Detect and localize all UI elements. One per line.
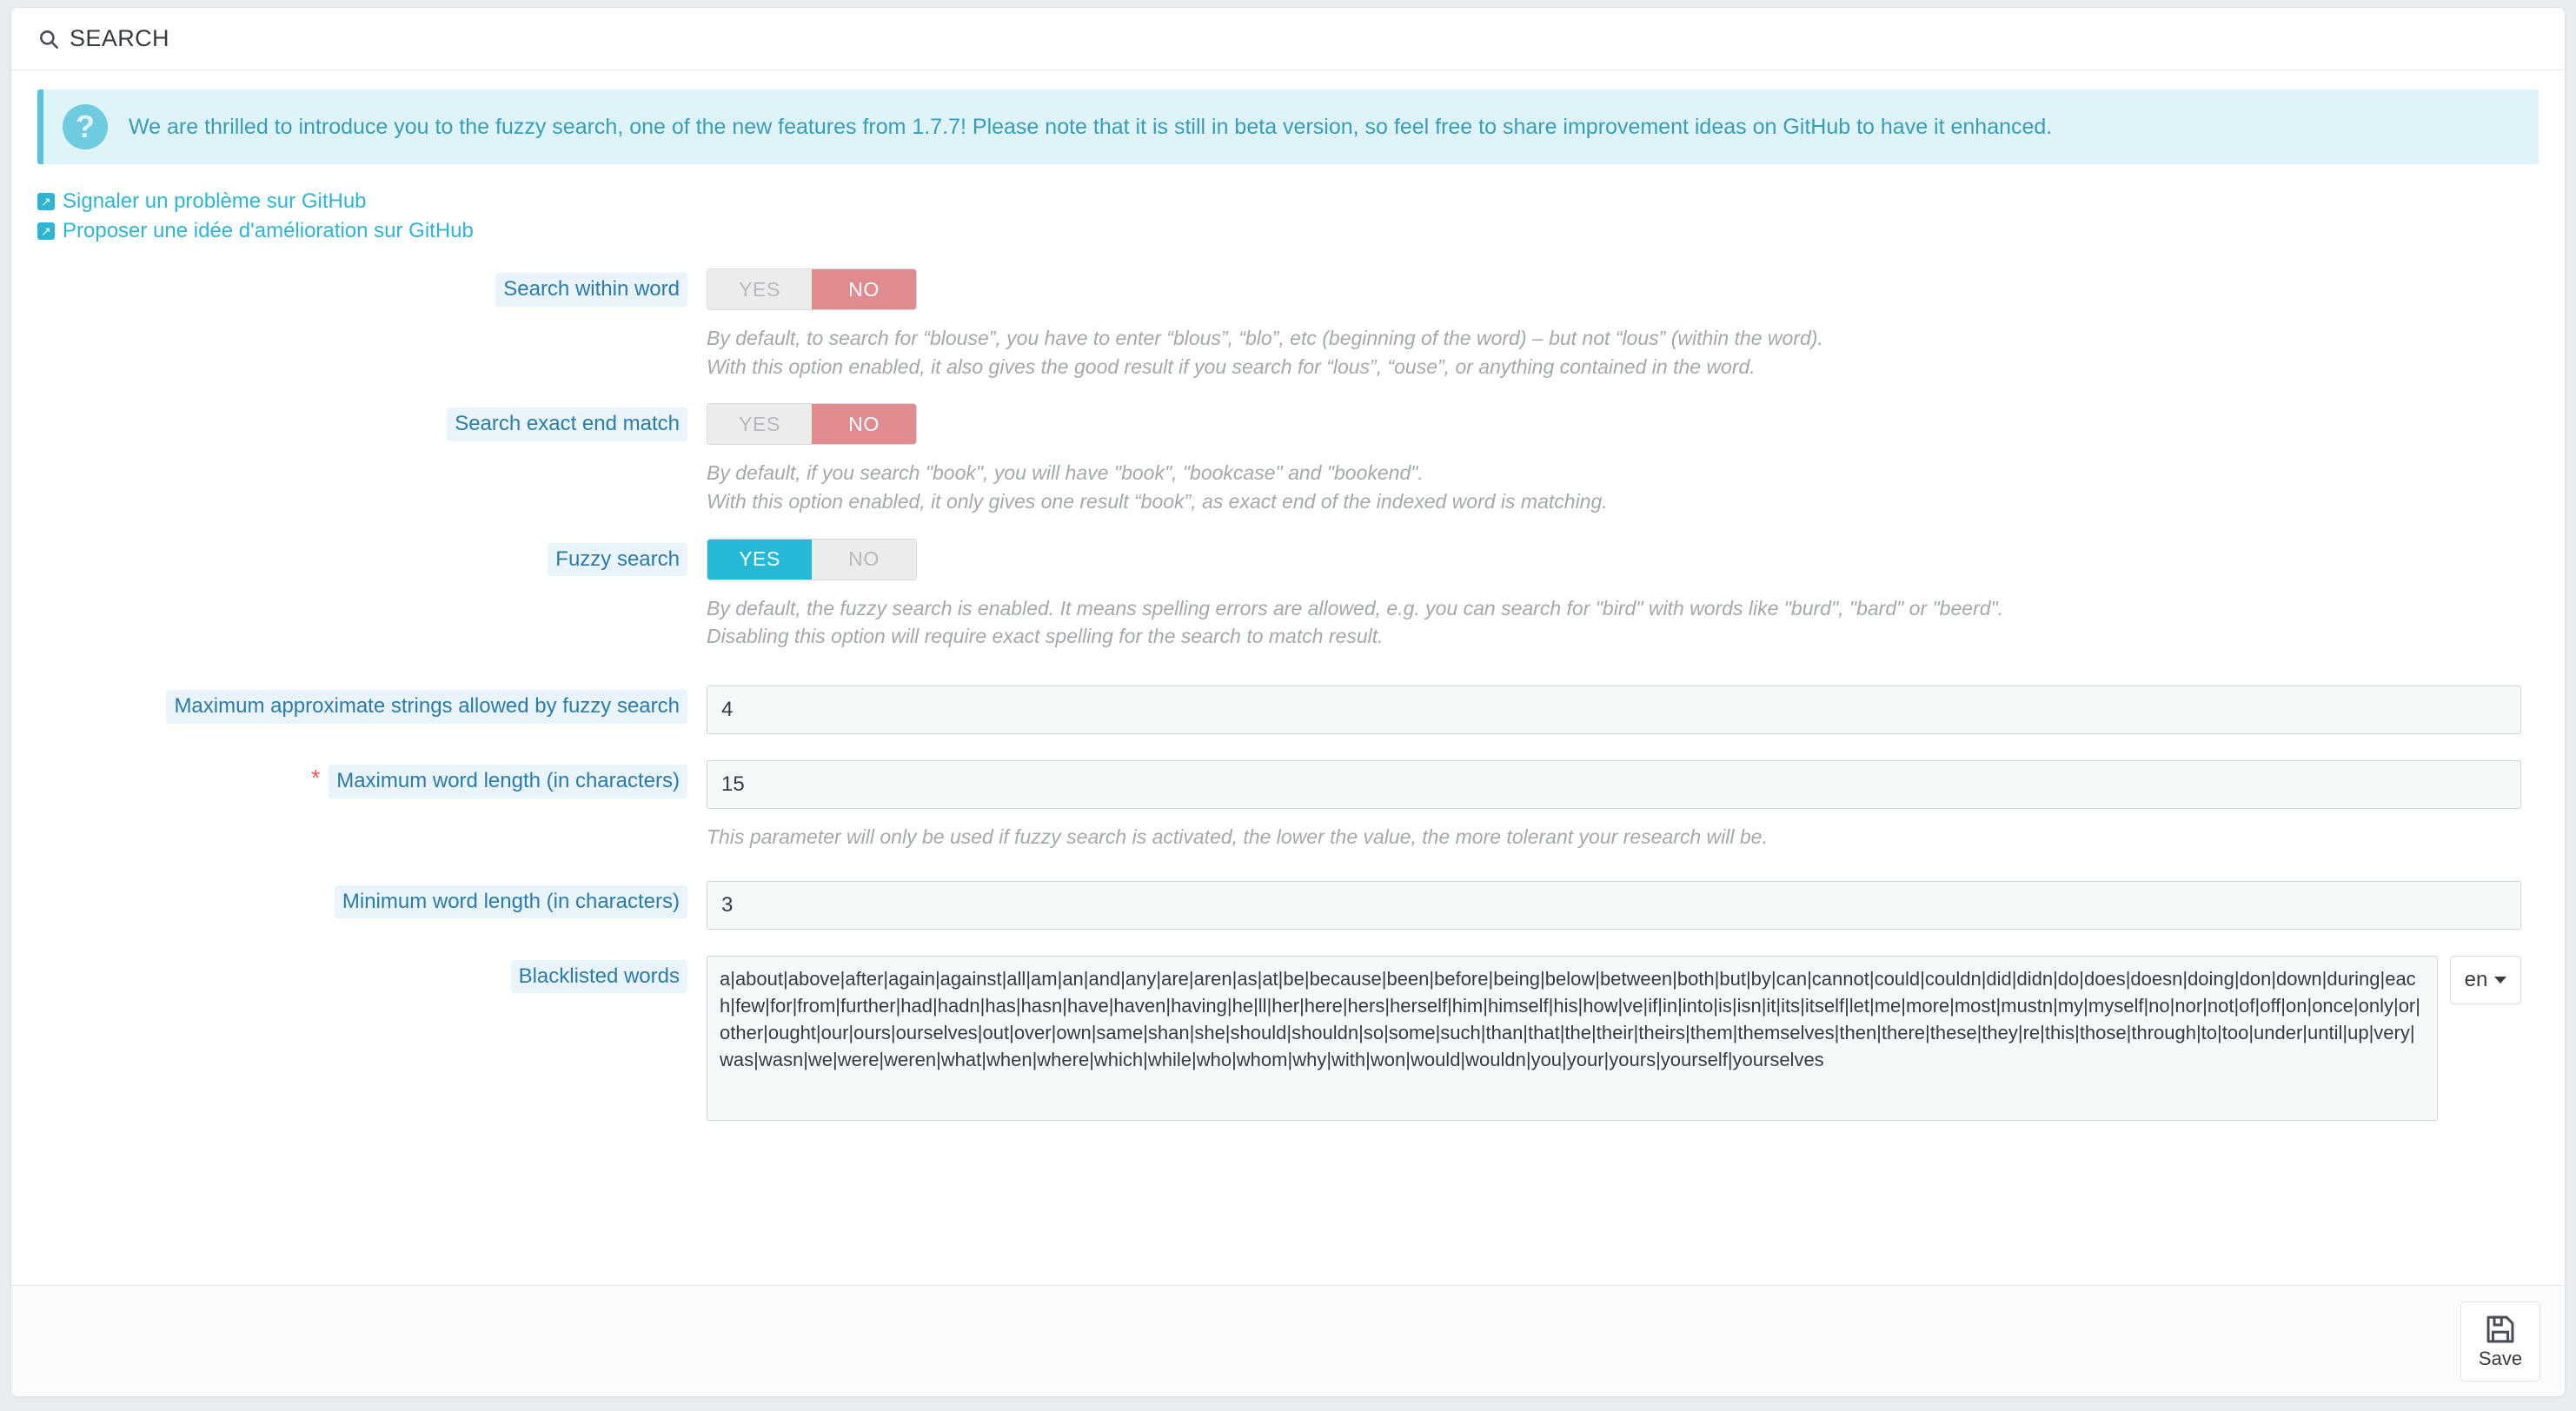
- label-text: Fuzzy search: [548, 542, 687, 577]
- label-max-approximate-strings: Maximum approximate strings allowed by f…: [37, 686, 707, 724]
- help-search-exact-end-match: By default, if you search "book", you wi…: [707, 459, 2521, 515]
- search-icon: [37, 28, 60, 50]
- help-max-word-length: This parameter will only be used if fuzz…: [707, 823, 2521, 851]
- external-link-icon: ↗: [37, 222, 55, 240]
- save-button[interactable]: Save: [2460, 1301, 2540, 1381]
- min-word-length-input[interactable]: [707, 880, 2521, 930]
- form-group-max-word-length: * Maximum word length (in characters) Th…: [37, 759, 2539, 851]
- language-dropdown[interactable]: en: [2450, 955, 2521, 1004]
- panel-header: SEARCH: [11, 8, 2565, 70]
- form-group-min-word-length: Minimum word length (in characters): [37, 880, 2539, 930]
- save-button-label: Save: [2478, 1347, 2523, 1369]
- field-search-exact-end-match: YES NO By default, if you search "book",…: [707, 403, 2539, 515]
- toggle-fuzzy-search[interactable]: YES NO: [707, 538, 917, 580]
- search-settings-panel: SEARCH ? We are thrilled to introduce yo…: [10, 7, 2566, 1397]
- max-approximate-strings-input[interactable]: [707, 685, 2521, 734]
- blacklisted-words-textarea[interactable]: a|about|above|after|again|against|all|am…: [707, 955, 2438, 1121]
- question-mark-glyph: ?: [76, 109, 95, 144]
- field-search-within-word: YES NO By default, to search for “blouse…: [707, 268, 2539, 381]
- help-line: By default, the fuzzy search is enabled.…: [707, 596, 2004, 619]
- info-banner: ? We are thrilled to introduce you to th…: [37, 89, 2539, 164]
- label-search-exact-end-match: Search exact end match: [37, 403, 707, 441]
- label-text: Blacklisted words: [510, 959, 687, 994]
- form-group-search-exact-end-match: Search exact end match YES NO By default…: [37, 403, 2539, 515]
- help-fuzzy-search: By default, the fuzzy search is enabled.…: [707, 594, 2521, 651]
- toggle-yes-option[interactable]: YES: [707, 269, 812, 309]
- report-issue-label: Signaler un problème sur GitHub: [63, 189, 367, 213]
- chevron-down-icon: [2494, 976, 2507, 984]
- max-word-length-input[interactable]: [707, 759, 2521, 809]
- form-group-fuzzy-search: Fuzzy search YES NO By default, the fuzz…: [37, 538, 2539, 651]
- help-line: Disabling this option will require exact…: [707, 625, 1384, 648]
- field-min-word-length: [707, 880, 2539, 930]
- report-issue-link[interactable]: ↗ Signaler un problème sur GitHub: [37, 187, 2539, 216]
- info-banner-text: We are thrilled to introduce you to the …: [129, 114, 2053, 139]
- label-search-within-word: Search within word: [37, 268, 707, 307]
- toggle-no-option[interactable]: NO: [812, 269, 916, 309]
- label-text: Search within word: [495, 273, 687, 307]
- help-line: This parameter will only be used if fuzz…: [707, 825, 1768, 848]
- help-line: By default, to search for “blouse”, you …: [707, 327, 1823, 349]
- label-blacklisted-words: Blacklisted words: [37, 956, 707, 994]
- field-max-word-length: This parameter will only be used if fuzz…: [707, 759, 2539, 851]
- label-text: Maximum word length (in characters): [329, 764, 687, 798]
- form-group-max-approximate-strings: Maximum approximate strings allowed by f…: [37, 685, 2539, 734]
- toggle-search-exact-end-match[interactable]: YES NO: [707, 403, 917, 446]
- suggest-improvement-link[interactable]: ↗ Proposer une idée d'amélioration sur G…: [37, 216, 2539, 246]
- label-text: Minimum word length (in characters): [334, 884, 687, 919]
- help-line: With this option enabled, it also gives …: [707, 354, 1756, 378]
- floppy-disk-icon: [2484, 1313, 2517, 1346]
- toggle-no-option[interactable]: NO: [812, 404, 916, 445]
- field-blacklisted-words: a|about|above|after|again|against|all|am…: [707, 955, 2539, 1121]
- label-text: Search exact end match: [447, 407, 687, 441]
- panel-footer: Save: [11, 1285, 2565, 1396]
- help-line: With this option enabled, it only gives …: [707, 489, 1608, 513]
- field-max-approximate-strings: [707, 685, 2539, 734]
- label-max-word-length: * Maximum word length (in characters): [37, 760, 707, 798]
- form-group-search-within-word: Search within word YES NO By default, to…: [37, 268, 2539, 381]
- question-mark-icon: ?: [63, 104, 108, 149]
- language-dropdown-label: en: [2464, 967, 2488, 991]
- field-fuzzy-search: YES NO By default, the fuzzy search is e…: [707, 538, 2539, 651]
- help-search-within-word: By default, to search for “blouse”, you …: [707, 324, 2521, 381]
- required-marker: *: [311, 764, 321, 791]
- form-group-blacklisted-words: Blacklisted words a|about|above|after|ag…: [37, 955, 2539, 1121]
- toggle-no-option[interactable]: NO: [812, 539, 916, 580]
- page-title-text: SEARCH: [70, 25, 169, 51]
- external-link-icon: ↗: [37, 193, 55, 210]
- suggest-improvement-label: Proposer une idée d'amélioration sur Git…: [63, 219, 474, 242]
- page-title: SEARCH: [37, 25, 169, 52]
- label-fuzzy-search: Fuzzy search: [37, 539, 707, 577]
- toggle-search-within-word[interactable]: YES NO: [707, 268, 917, 310]
- toggle-yes-option[interactable]: YES: [707, 404, 812, 445]
- github-links: ↗ Signaler un problème sur GitHub ↗ Prop…: [37, 187, 2539, 246]
- toggle-yes-option[interactable]: YES: [707, 539, 812, 580]
- panel-body: ? We are thrilled to introduce you to th…: [11, 70, 2565, 1121]
- label-min-word-length: Minimum word length (in characters): [37, 881, 707, 919]
- help-line: By default, if you search "book", you wi…: [707, 461, 1424, 485]
- label-text: Maximum approximate strings allowed by f…: [166, 689, 687, 724]
